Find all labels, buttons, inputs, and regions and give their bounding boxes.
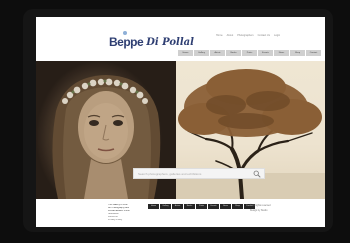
footer-nav-prints[interactable]: Prints [196,204,207,209]
footer-about-text: The Gallery of Fine Art Photography and … [108,204,146,222]
search-bar [133,168,265,179]
footer-nav: Home Gallery Artists Books Prints Events… [148,204,255,209]
nav-item-prints[interactable]: Prints [242,50,257,56]
footer-link-privacy[interactable]: Privacy Policy [108,219,146,222]
top-link-about[interactable]: About [227,34,234,37]
nav-item-home[interactable]: Home [178,50,193,56]
search-icon[interactable] [253,170,261,178]
footer-credit-link[interactable]: Design by Studio [250,209,271,214]
nav-item-events[interactable]: Events [258,50,273,56]
top-link-home[interactable]: Home [216,34,223,37]
footer-nav-artists[interactable]: Artists [172,204,183,209]
top-utility-links: Home About Photographers Contact Us Logi… [216,34,280,37]
footer-nav-events[interactable]: Events [208,204,219,209]
tablet-frame: Beppe Di Pollal Home About Photographers… [23,9,333,232]
search-input[interactable] [138,169,254,178]
footer-nav-news[interactable]: News [220,204,231,209]
logo-dot-icon [123,31,127,35]
site-footer: The Gallery of Fine Art Photography and … [36,199,325,227]
nav-item-shop[interactable]: Shop [290,50,305,56]
nav-item-books[interactable]: Books [226,50,241,56]
browser-screen: Beppe Di Pollal Home About Photographers… [36,17,325,227]
top-link-photographers[interactable]: Photographers [237,34,253,37]
logo-script-text: Di Pollal [146,37,194,48]
top-link-contact[interactable]: Contact Us [258,34,270,37]
nav-item-artists[interactable]: Artists [210,50,225,56]
footer-nav-shop[interactable]: Shop [232,204,243,209]
site-header: Beppe Di Pollal Home About Photographers… [36,17,325,61]
nav-item-gallery[interactable]: Gallery [194,50,209,56]
site-logo[interactable]: Beppe Di Pollal [109,31,194,49]
main-nav: Home Gallery Artists Books Prints Events… [178,50,321,56]
footer-right-info: © All rights reserved Design by Studio [250,204,271,214]
footer-nav-books[interactable]: Books [184,204,195,209]
logo-main-text: Beppe [109,35,144,49]
nav-item-news[interactable]: News [274,50,289,56]
nav-item-contact[interactable]: Contact [306,50,321,56]
footer-nav-home[interactable]: Home [148,204,159,209]
footer-nav-gallery[interactable]: Gallery [160,204,171,209]
hero-banner [36,61,325,199]
top-link-login[interactable]: Login [274,34,280,37]
